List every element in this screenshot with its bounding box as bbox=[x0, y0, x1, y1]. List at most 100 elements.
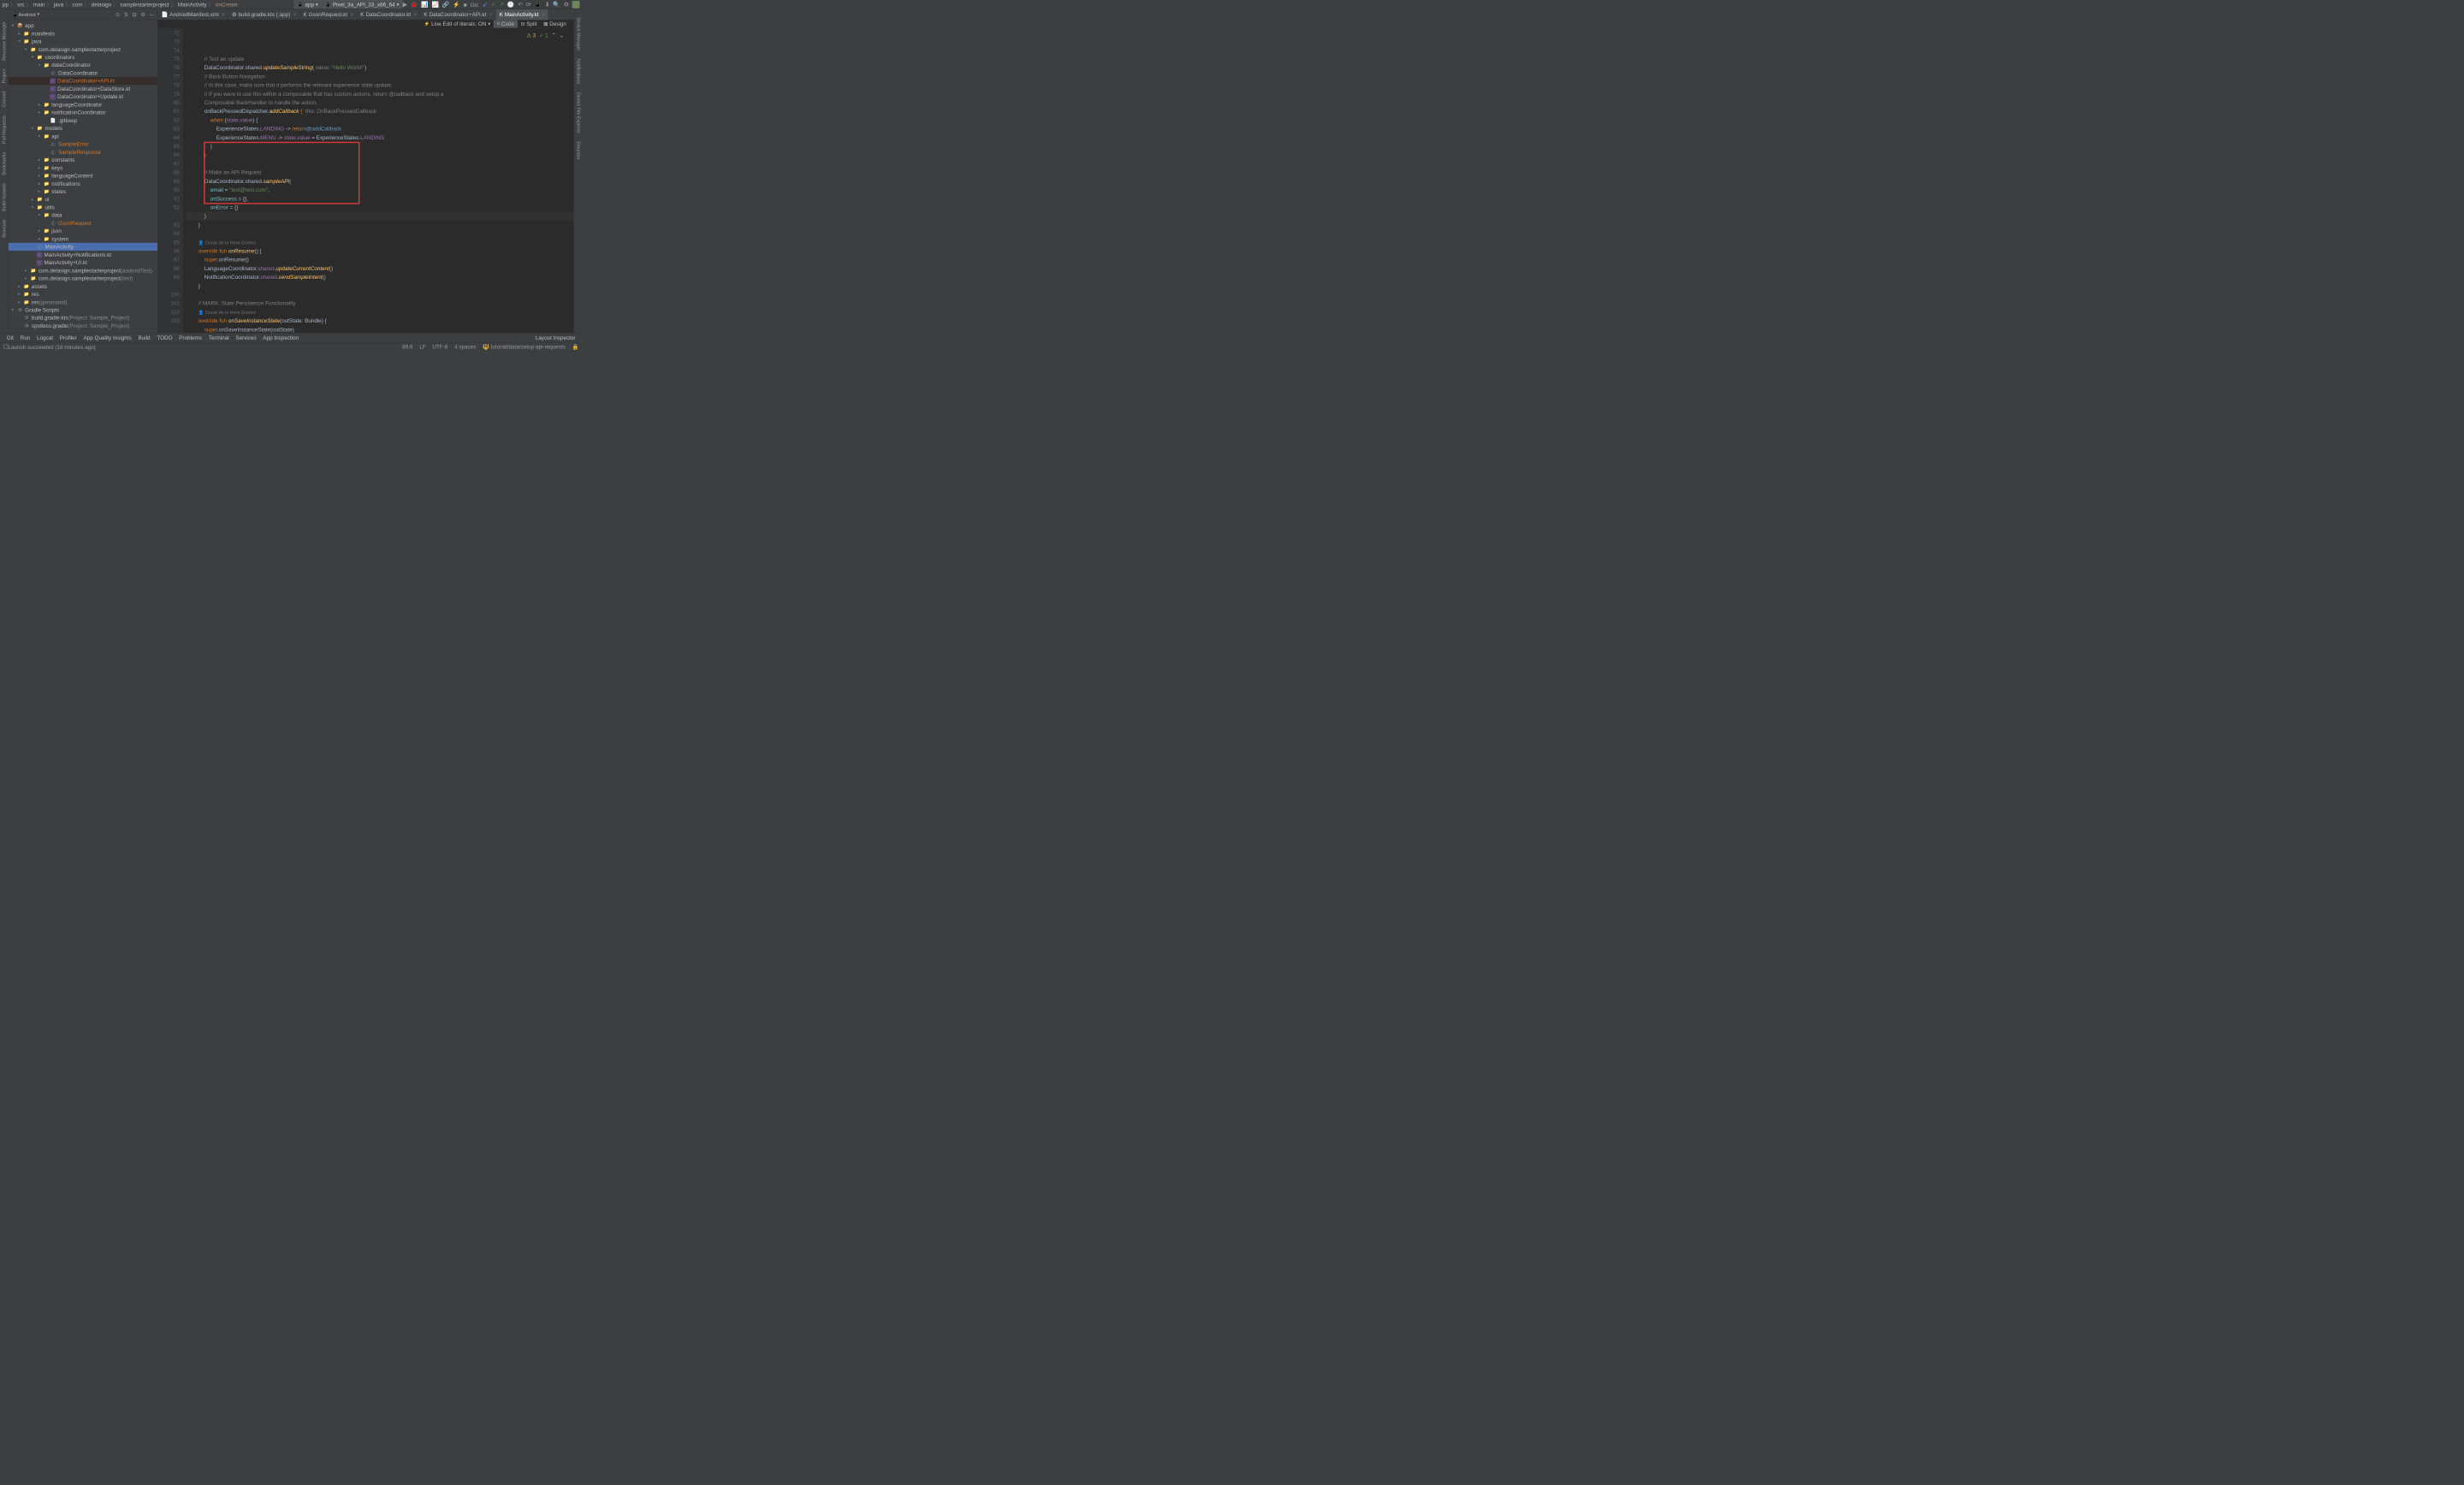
tree-item[interactable]: ▾⚙Gradle Scripts bbox=[9, 306, 157, 314]
bottom-tool-button[interactable]: Terminal bbox=[205, 334, 233, 340]
editor-tab[interactable]: ⚙build.gradle.kts (:app)× bbox=[228, 9, 300, 20]
bottom-tool-button[interactable]: Problems bbox=[175, 334, 204, 340]
tree-item[interactable]: ⒸSampleResponse bbox=[9, 148, 157, 156]
bottom-tool-button[interactable]: Profiler bbox=[56, 334, 80, 340]
tool-window-button[interactable]: Emulator bbox=[576, 141, 581, 159]
tree-item[interactable]: ▸📁ui bbox=[9, 195, 157, 203]
close-icon[interactable]: × bbox=[414, 12, 417, 17]
tree-item[interactable]: ⒸMainActivity bbox=[9, 243, 157, 251]
close-icon[interactable]: × bbox=[542, 12, 545, 17]
up-icon[interactable]: ⌃ bbox=[552, 31, 556, 39]
gear-icon[interactable]: ⚙ bbox=[140, 11, 145, 17]
tree-item[interactable]: ▾📦app bbox=[9, 21, 157, 29]
tree-item[interactable]: KDataCoordinator+Update.kt bbox=[9, 92, 157, 100]
breadcrumb[interactable]: pp〉src〉main〉java〉com〉delasign〉samplestar… bbox=[3, 0, 294, 8]
down-icon[interactable]: ⌄ bbox=[560, 31, 564, 39]
run-icon[interactable]: ▶ bbox=[403, 1, 407, 8]
minimize-icon[interactable]: — bbox=[149, 11, 154, 17]
history-icon[interactable]: 🕐 bbox=[507, 1, 514, 8]
code-editor[interactable]: 7273747576777879808182838485868788899091… bbox=[158, 28, 574, 333]
close-icon[interactable]: × bbox=[489, 12, 492, 17]
tree-item[interactable]: ▸📁system bbox=[9, 235, 157, 243]
editor-tab[interactable]: KDataCoordinator+API.kt× bbox=[421, 9, 496, 20]
split-view-button[interactable]: ⊟ Split bbox=[518, 20, 540, 27]
run-config-selector[interactable]: 📱 app ▾ bbox=[293, 0, 322, 9]
bottom-tool-button[interactable]: App Quality Insights bbox=[80, 334, 135, 340]
bottom-tool-button[interactable]: App Inspection bbox=[260, 334, 303, 340]
bottom-tool-button[interactable]: Logcat bbox=[33, 334, 56, 340]
code-view-button[interactable]: ≡ Code bbox=[494, 20, 518, 27]
tree-item[interactable]: ▾📁models bbox=[9, 124, 157, 132]
tree-header-title[interactable]: Android bbox=[18, 11, 35, 17]
code-content[interactable]: // Test an update DataCoordinator.shared… bbox=[183, 28, 574, 333]
tool-window-button[interactable]: Build Variants bbox=[2, 183, 7, 211]
locate-icon[interactable]: ⊙ bbox=[116, 11, 120, 17]
line-ending[interactable]: LF bbox=[419, 343, 425, 350]
filter-icon[interactable]: ⇅ bbox=[124, 11, 128, 17]
tree-body[interactable]: ▾📦app▸📁manifests▾📁java▾📁com.delasign.sam… bbox=[9, 20, 157, 333]
bottom-tool-button[interactable]: Git bbox=[3, 334, 17, 340]
tree-item[interactable]: ▾📁com.delasign.samplestarterproject bbox=[9, 45, 157, 53]
live-edit-toggle[interactable]: ⚡ Live Edit of literals: ON ▾ bbox=[421, 20, 494, 27]
editor-tab[interactable]: KDataCoordinator.kt× bbox=[357, 9, 420, 20]
sync-icon[interactable]: ⟳ bbox=[526, 1, 531, 8]
bottom-tool-button[interactable]: Build bbox=[135, 334, 154, 340]
tree-item[interactable]: ⚙build.gradle.kts (Project: Sample_Proje… bbox=[9, 314, 157, 322]
tree-item[interactable]: ▸📁com.delasign.samplestarterproject (tes… bbox=[9, 275, 157, 282]
push-icon[interactable]: ↗ bbox=[499, 1, 504, 8]
close-icon[interactable]: × bbox=[351, 12, 353, 17]
tool-window-button[interactable]: Bookmarks bbox=[2, 152, 7, 175]
tool-window-button[interactable]: Resource Manager bbox=[2, 21, 7, 60]
tree-item[interactable]: ▸📁languageContent bbox=[9, 172, 157, 180]
editor-tab[interactable]: 📄AndroidManifest.xml× bbox=[158, 9, 228, 20]
tree-item[interactable]: ▾📁api bbox=[9, 133, 157, 140]
rollback-icon[interactable]: ↶ bbox=[518, 1, 523, 8]
git-branch[interactable]: 🔱 tutorial/data/setup-api-requests bbox=[483, 343, 566, 350]
tree-item[interactable]: ▾📁dataCoordinator bbox=[9, 61, 157, 68]
bottom-tool-button[interactable]: Services bbox=[232, 334, 259, 340]
bottom-tool-button[interactable]: Run bbox=[17, 334, 33, 340]
lock-icon[interactable]: 🔒 bbox=[572, 343, 579, 350]
stop-icon[interactable]: ■ bbox=[464, 1, 467, 8]
tree-item[interactable]: ▸📁languageCoordinator bbox=[9, 101, 157, 109]
tree-item[interactable]: ▸📁res bbox=[9, 290, 157, 298]
attach-icon[interactable]: 🔗 bbox=[442, 1, 449, 8]
tree-item[interactable]: ▸📁json bbox=[9, 227, 157, 234]
tree-item[interactable]: KMainActivity+Notifications.kt bbox=[9, 251, 157, 258]
tool-window-button[interactable]: Pull Requests bbox=[2, 115, 7, 144]
tool-window-button[interactable]: Structure bbox=[2, 219, 7, 238]
tree-item[interactable]: ▸📁manifests bbox=[9, 30, 157, 38]
search-icon[interactable]: 🔍 bbox=[553, 1, 560, 8]
tree-item[interactable]: ⒸSampleError bbox=[9, 140, 157, 148]
indent[interactable]: 4 spaces bbox=[454, 343, 476, 350]
ok-icon[interactable]: ✓ 1 bbox=[539, 31, 548, 39]
lightning-icon[interactable]: ⚡ bbox=[453, 1, 459, 8]
close-icon[interactable]: × bbox=[222, 12, 225, 17]
bottom-tool-button[interactable]: TODO bbox=[153, 334, 175, 340]
profiler-icon[interactable]: 📈 bbox=[432, 1, 439, 8]
tree-item[interactable]: ▸📁states bbox=[9, 187, 157, 195]
editor-tab[interactable]: KMainActivity.kt× bbox=[496, 9, 548, 20]
layout-inspector-button[interactable]: Layout Inspector bbox=[532, 334, 578, 340]
tree-item[interactable]: ⒸGsonRequest bbox=[9, 219, 157, 227]
tree-item[interactable]: ▸📁constants bbox=[9, 156, 157, 163]
tree-item[interactable]: ▸📁notifications bbox=[9, 180, 157, 187]
sdk-icon[interactable]: ⬇ bbox=[545, 1, 550, 8]
device-selector[interactable]: 📱 Pixel_3a_API_33_x86_64 ▾ bbox=[322, 0, 403, 9]
editor-tab[interactable]: KGsonRequest.kt× bbox=[300, 9, 358, 20]
tree-item[interactable]: KMainActivity+UI.kt bbox=[9, 258, 157, 266]
encoding[interactable]: UTF-8 bbox=[432, 343, 447, 350]
close-icon[interactable]: × bbox=[293, 12, 296, 17]
tree-item[interactable]: ⒸDataCoordinator bbox=[9, 69, 157, 77]
tool-window-button[interactable]: Device Manager bbox=[576, 17, 581, 50]
tree-item[interactable]: ▸📁keys bbox=[9, 163, 157, 171]
warning-icon[interactable]: ⚠ 3 bbox=[526, 31, 536, 39]
avatar-icon[interactable] bbox=[572, 1, 580, 9]
tree-item[interactable]: ▸📁res (generated) bbox=[9, 298, 157, 305]
tree-item[interactable]: ▾📁utils bbox=[9, 204, 157, 211]
tree-item[interactable]: ▸📁com.delasign.samplestarterproject (and… bbox=[9, 267, 157, 275]
update-icon[interactable]: ↙ bbox=[483, 1, 488, 8]
tree-item[interactable]: ▾📁data bbox=[9, 211, 157, 219]
tool-window-button[interactable]: Notifications bbox=[576, 59, 581, 84]
coverage-icon[interactable]: 📊 bbox=[421, 1, 428, 8]
